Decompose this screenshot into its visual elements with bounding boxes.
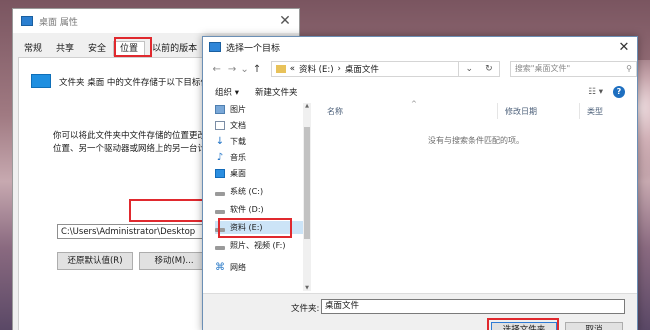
nav-item-label: 图片 bbox=[230, 105, 246, 114]
back-arrow-icon[interactable]: ← bbox=[209, 64, 224, 75]
navigation-row: ← → ⌄ ↑ « 资料 (E:) › 桌面文件 ⌄ ↻ 搜索"桌面文件" ⚲ bbox=[203, 59, 638, 79]
search-placeholder: 搜索"桌面文件" bbox=[514, 64, 571, 73]
picture-icon bbox=[215, 105, 225, 114]
sort-caret-icon: ^ bbox=[411, 100, 417, 108]
picker-title: 选择一个目标 bbox=[226, 43, 281, 54]
view-options-icon[interactable]: ☷ ▾ bbox=[588, 87, 603, 97]
nav-item-label: 文档 bbox=[230, 121, 246, 130]
music-icon: ♪ bbox=[216, 152, 224, 163]
location-path-input[interactable]: C:\Users\Administrator\Desktop bbox=[57, 224, 217, 239]
desktop-folder-icon bbox=[31, 74, 51, 88]
forward-arrow-icon[interactable]: → bbox=[224, 64, 239, 75]
network-icon: ⌘ bbox=[215, 262, 225, 273]
nav-item-drive-e[interactable]: 资料 (E:) bbox=[215, 221, 307, 234]
scrollbar-thumb[interactable] bbox=[304, 127, 310, 239]
document-icon bbox=[215, 121, 225, 130]
cancel-button[interactable]: 取消 bbox=[565, 322, 623, 330]
nav-item-drive-c[interactable]: 系统 (C:) bbox=[215, 185, 307, 198]
folder-name-label: 文件夹: bbox=[291, 304, 320, 314]
nav-item-documents[interactable]: 文档 bbox=[215, 119, 307, 132]
chevron-down-icon[interactable]: ⌄ bbox=[240, 64, 250, 75]
breadcrumb-drive-e[interactable]: 资料 (E:) bbox=[299, 63, 334, 75]
address-bar[interactable]: « 资料 (E:) › 桌面文件 bbox=[270, 61, 460, 77]
navigation-scrollbar[interactable]: ▲ ▼ bbox=[303, 103, 311, 291]
help-text-line-2: 位置、另一个驱动器或网络上的另一台计算机 bbox=[53, 144, 224, 154]
picker-titlebar: 选择一个目标 ✕ bbox=[203, 37, 637, 57]
location-help-text: 你可以将此文件夹中文件存储的位置更改为 位置、另一个驱动器或网络上的另一台计算机 bbox=[53, 130, 223, 156]
organize-menu[interactable]: 组织 ▾ bbox=[215, 86, 239, 98]
nav-item-downloads[interactable]: ↓ 下载 bbox=[215, 135, 307, 148]
nav-item-network[interactable]: ⌘ 网络 bbox=[215, 261, 307, 274]
tab-sharing[interactable]: 共享 bbox=[49, 41, 81, 57]
scroll-up-arrow-icon[interactable]: ▲ bbox=[303, 103, 311, 109]
move-button[interactable]: 移动(M)... bbox=[139, 252, 209, 270]
properties-titlebar: 桌面 属性 ✕ bbox=[13, 9, 299, 33]
nav-item-label: 软件 (D:) bbox=[230, 205, 264, 214]
drive-icon bbox=[215, 227, 225, 232]
refresh-icon[interactable]: ↻ bbox=[485, 64, 493, 74]
nav-item-drive-f[interactable]: 照片、视频 (F:) bbox=[215, 239, 307, 252]
download-icon: ↓ bbox=[215, 136, 225, 147]
search-icon: ⚲ bbox=[626, 64, 633, 73]
folder-icon bbox=[21, 16, 33, 26]
nav-item-label: 音乐 bbox=[230, 153, 246, 162]
column-divider bbox=[497, 103, 498, 119]
column-name[interactable]: 名称 bbox=[327, 106, 343, 117]
drive-icon bbox=[215, 245, 225, 250]
tab-general[interactable]: 常规 bbox=[17, 41, 49, 57]
address-overflow[interactable]: « bbox=[290, 64, 295, 74]
tab-location[interactable]: 位置 bbox=[113, 41, 146, 57]
tab-previous-versions[interactable]: 以前的版本 bbox=[145, 41, 204, 57]
help-text-line-1: 你可以将此文件夹中文件存储的位置更改为 bbox=[53, 131, 215, 141]
nav-item-drive-d[interactable]: 软件 (D:) bbox=[215, 203, 307, 216]
nav-item-pictures[interactable]: 图片 bbox=[215, 103, 307, 116]
desktop-icon bbox=[215, 169, 225, 178]
folder-icon bbox=[209, 42, 221, 52]
nav-item-label: 系统 (C:) bbox=[230, 187, 264, 196]
folder-name-input[interactable]: 桌面文件 bbox=[321, 299, 625, 314]
select-folder-button[interactable]: 选择文件夹 bbox=[491, 322, 557, 330]
address-tools: ⌄ ↻ bbox=[459, 61, 500, 77]
column-divider bbox=[579, 103, 580, 119]
chevron-down-icon[interactable]: ⌄ bbox=[465, 64, 473, 74]
nav-item-music[interactable]: ♪ 音乐 bbox=[215, 151, 307, 164]
tab-security[interactable]: 安全 bbox=[81, 41, 113, 57]
empty-results-message: 没有与搜索条件匹配的项。 bbox=[428, 136, 524, 145]
new-folder-button[interactable]: 新建文件夹 bbox=[255, 86, 298, 98]
search-input[interactable]: 搜索"桌面文件" ⚲ bbox=[509, 61, 638, 77]
nav-item-label: 网络 bbox=[230, 263, 246, 272]
breadcrumb-separator: › bbox=[337, 64, 341, 74]
picker-footer: 文件夹: 桌面文件 选择文件夹 取消 bbox=[203, 293, 637, 330]
restore-default-button[interactable]: 还原默认值(R) bbox=[57, 252, 133, 270]
nav-item-label: 照片、视频 (F:) bbox=[230, 241, 286, 250]
properties-tabs: 常规 共享 安全 位置 以前的版本 bbox=[17, 41, 204, 57]
scroll-down-arrow-icon[interactable]: ▼ bbox=[303, 285, 311, 291]
column-modified-date[interactable]: 修改日期 bbox=[505, 106, 537, 117]
help-icon[interactable]: ? bbox=[613, 86, 625, 98]
nav-item-label: 桌面 bbox=[230, 169, 246, 178]
drive-icon bbox=[215, 191, 225, 196]
folder-icon bbox=[275, 65, 286, 73]
breadcrumb-desktop-files[interactable]: 桌面文件 bbox=[345, 63, 379, 75]
close-icon[interactable]: ✕ bbox=[611, 40, 637, 55]
column-type[interactable]: 类型 bbox=[587, 106, 603, 117]
properties-title: 桌面 属性 bbox=[39, 17, 78, 28]
drive-icon bbox=[215, 209, 225, 214]
nav-item-label: 资料 (E:) bbox=[230, 223, 263, 232]
nav-item-label: 下载 bbox=[230, 137, 246, 146]
select-target-dialog: 选择一个目标 ✕ ← → ⌄ ↑ « 资料 (E:) › 桌面文件 ⌄ ↻ 搜索… bbox=[202, 36, 638, 330]
navigation-pane: 图片 文档 ↓ 下载 ♪ 音乐 桌面 系统 (C:) 软件 (D:) 资料 (E… bbox=[215, 103, 313, 291]
up-arrow-icon[interactable]: ↑ bbox=[249, 64, 264, 75]
close-icon[interactable]: ✕ bbox=[271, 13, 299, 29]
column-headers: 名称 ^ 修改日期 类型 bbox=[321, 100, 631, 119]
picker-toolbar: 组织 ▾ 新建文件夹 ☷ ▾ ? bbox=[203, 83, 637, 101]
nav-item-desktop[interactable]: 桌面 bbox=[215, 167, 307, 180]
